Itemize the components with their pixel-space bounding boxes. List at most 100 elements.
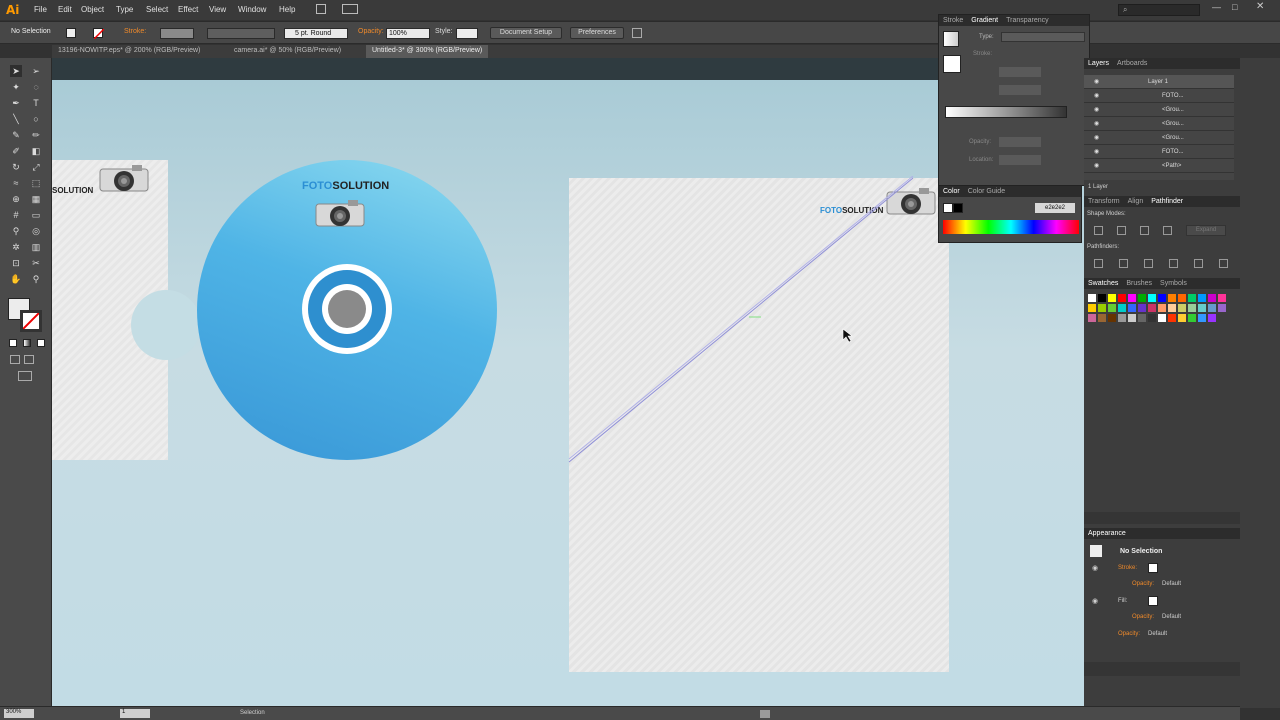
none-mode-icon[interactable] bbox=[37, 339, 45, 347]
opacity-field[interactable]: 100% bbox=[386, 28, 430, 39]
gradient-aspect-field[interactable] bbox=[999, 85, 1041, 95]
color-swatch[interactable] bbox=[1188, 304, 1196, 312]
type-tool-icon[interactable]: T bbox=[30, 97, 42, 109]
menu-object[interactable]: Object bbox=[81, 5, 104, 14]
color-swatch[interactable] bbox=[1108, 304, 1116, 312]
tab-color-guide[interactable]: Color Guide bbox=[968, 188, 1005, 195]
color-swatch[interactable] bbox=[1178, 294, 1186, 302]
artboard-canvas[interactable]: SOLUTION FOTOSOLUTION FOTOSOLUTION bbox=[52, 58, 1084, 706]
tab-artboards[interactable]: Artboards bbox=[1117, 60, 1147, 67]
color-fill-icon[interactable] bbox=[943, 203, 953, 213]
color-swatch[interactable] bbox=[1098, 294, 1106, 302]
menu-edit[interactable]: Edit bbox=[58, 5, 72, 14]
menu-select[interactable]: Select bbox=[146, 5, 168, 14]
selection-tool-icon[interactable]: ➤ bbox=[10, 65, 22, 77]
color-swatch[interactable] bbox=[1168, 304, 1176, 312]
layer-row[interactable]: ◉ FOTO... bbox=[1084, 145, 1234, 159]
tab-layers[interactable]: Layers bbox=[1088, 60, 1109, 67]
appearance-visibility-icon[interactable]: ◉ bbox=[1092, 564, 1098, 572]
color-swatch[interactable] bbox=[1198, 294, 1206, 302]
color-swatch[interactable] bbox=[1128, 314, 1136, 322]
color-swatch[interactable] bbox=[1148, 304, 1156, 312]
document-setup-button[interactable]: Document Setup bbox=[490, 27, 562, 39]
preferences-button[interactable]: Preferences bbox=[570, 27, 624, 39]
mesh-tool-icon[interactable]: # bbox=[10, 209, 22, 221]
direct-selection-tool-icon[interactable]: ➢ bbox=[30, 65, 42, 77]
color-spectrum[interactable] bbox=[943, 220, 1079, 234]
gradient-location-field[interactable] bbox=[999, 155, 1041, 165]
layer-visibility-icon[interactable]: ◉ bbox=[1094, 134, 1099, 141]
color-swatch[interactable] bbox=[1198, 314, 1206, 322]
gradient-opacity-field[interactable] bbox=[999, 137, 1041, 147]
tab-swatches[interactable]: Swatches bbox=[1088, 280, 1118, 287]
fill-swatch[interactable] bbox=[66, 28, 76, 38]
tab-document-2[interactable]: camera.ai* @ 50% (RGB/Preview) bbox=[228, 45, 347, 58]
color-swatch[interactable] bbox=[1088, 314, 1096, 322]
gradient-fill-stroke-icon[interactable] bbox=[943, 55, 961, 73]
layer-row[interactable]: ◉ <Grou... bbox=[1084, 131, 1234, 145]
bridge-icon[interactable] bbox=[316, 4, 326, 14]
guide-line[interactable] bbox=[567, 176, 917, 466]
lasso-tool-icon[interactable]: ◌ bbox=[30, 81, 42, 93]
color-swatch[interactable] bbox=[1138, 294, 1146, 302]
color-swatch[interactable] bbox=[1148, 314, 1156, 322]
arrange-documents-icon[interactable] bbox=[342, 4, 358, 14]
blob-brush-tool-icon[interactable]: ✐ bbox=[10, 145, 22, 157]
menu-file[interactable]: File bbox=[34, 5, 47, 14]
maximize-icon[interactable]: □ bbox=[1232, 2, 1237, 12]
perspective-grid-tool-icon[interactable]: ▦ bbox=[30, 193, 42, 205]
menu-type[interactable]: Type bbox=[116, 5, 133, 14]
stroke-color-box[interactable] bbox=[20, 310, 42, 332]
tab-color[interactable]: Color bbox=[943, 188, 960, 195]
slice-tool-icon[interactable]: ✂ bbox=[30, 257, 42, 269]
tab-stroke[interactable]: Stroke bbox=[943, 17, 963, 24]
color-swatch[interactable] bbox=[1118, 304, 1126, 312]
minus-front-icon[interactable] bbox=[1117, 226, 1126, 235]
color-swatch[interactable] bbox=[1098, 314, 1106, 322]
screen-mode-icon[interactable] bbox=[18, 371, 32, 381]
layer-row[interactable]: ◉ <Path> bbox=[1084, 159, 1234, 173]
menu-view[interactable]: View bbox=[209, 5, 226, 14]
minus-back-icon[interactable] bbox=[1219, 259, 1228, 268]
color-swatch[interactable] bbox=[1148, 294, 1156, 302]
horizontal-scroll-thumb[interactable] bbox=[760, 710, 770, 718]
intersect-icon[interactable] bbox=[1140, 226, 1149, 235]
expand-button[interactable]: Expand bbox=[1186, 225, 1226, 236]
color-swatch[interactable] bbox=[1098, 304, 1106, 312]
zoom-tool-icon[interactable]: ⚲ bbox=[30, 273, 42, 285]
layer-visibility-icon[interactable]: ◉ bbox=[1094, 78, 1099, 85]
zoom-field[interactable]: 300% bbox=[4, 709, 34, 718]
magic-wand-tool-icon[interactable]: ✦ bbox=[10, 81, 22, 93]
color-swatch[interactable] bbox=[1118, 314, 1126, 322]
stroke-label[interactable]: Stroke: bbox=[124, 28, 146, 35]
color-swatch[interactable] bbox=[1108, 314, 1116, 322]
color-swatch[interactable] bbox=[1128, 304, 1136, 312]
shape-builder-tool-icon[interactable]: ⊕ bbox=[10, 193, 22, 205]
color-swatch[interactable] bbox=[1208, 304, 1216, 312]
tab-document-1[interactable]: 13196-NOWITP.eps* @ 200% (RGB/Preview) bbox=[52, 45, 206, 58]
color-swatch[interactable] bbox=[1118, 294, 1126, 302]
arrange-icon[interactable] bbox=[632, 28, 642, 38]
paintbrush-tool-icon[interactable]: ✎ bbox=[10, 129, 22, 141]
tab-appearance[interactable]: Appearance bbox=[1088, 530, 1126, 537]
exclude-icon[interactable] bbox=[1163, 226, 1172, 235]
color-swatch[interactable] bbox=[1208, 314, 1216, 322]
divide-icon[interactable] bbox=[1094, 259, 1103, 268]
menu-effect[interactable]: Effect bbox=[178, 5, 198, 14]
close-icon[interactable]: ✕ bbox=[1256, 1, 1264, 12]
color-swatch[interactable] bbox=[1088, 304, 1096, 312]
appearance-stroke-label[interactable]: Stroke: bbox=[1118, 565, 1137, 571]
appearance-fill-swatch[interactable] bbox=[1148, 596, 1158, 606]
color-swatch[interactable] bbox=[1188, 294, 1196, 302]
appearance-stroke-opacity-label[interactable]: Opacity: bbox=[1132, 581, 1154, 587]
scale-tool-icon[interactable]: ⤢ bbox=[30, 161, 42, 173]
layer-visibility-icon[interactable]: ◉ bbox=[1094, 162, 1099, 169]
tab-symbols[interactable]: Symbols bbox=[1160, 280, 1187, 287]
outline-icon[interactable] bbox=[1194, 259, 1203, 268]
tab-brushes[interactable]: Brushes bbox=[1126, 280, 1152, 287]
gradient-angle-field[interactable] bbox=[999, 67, 1041, 77]
layer-visibility-icon[interactable]: ◉ bbox=[1094, 92, 1099, 99]
draw-normal-icon[interactable] bbox=[10, 355, 20, 364]
color-swatch[interactable] bbox=[1138, 304, 1146, 312]
tab-gradient[interactable]: Gradient bbox=[971, 17, 998, 24]
